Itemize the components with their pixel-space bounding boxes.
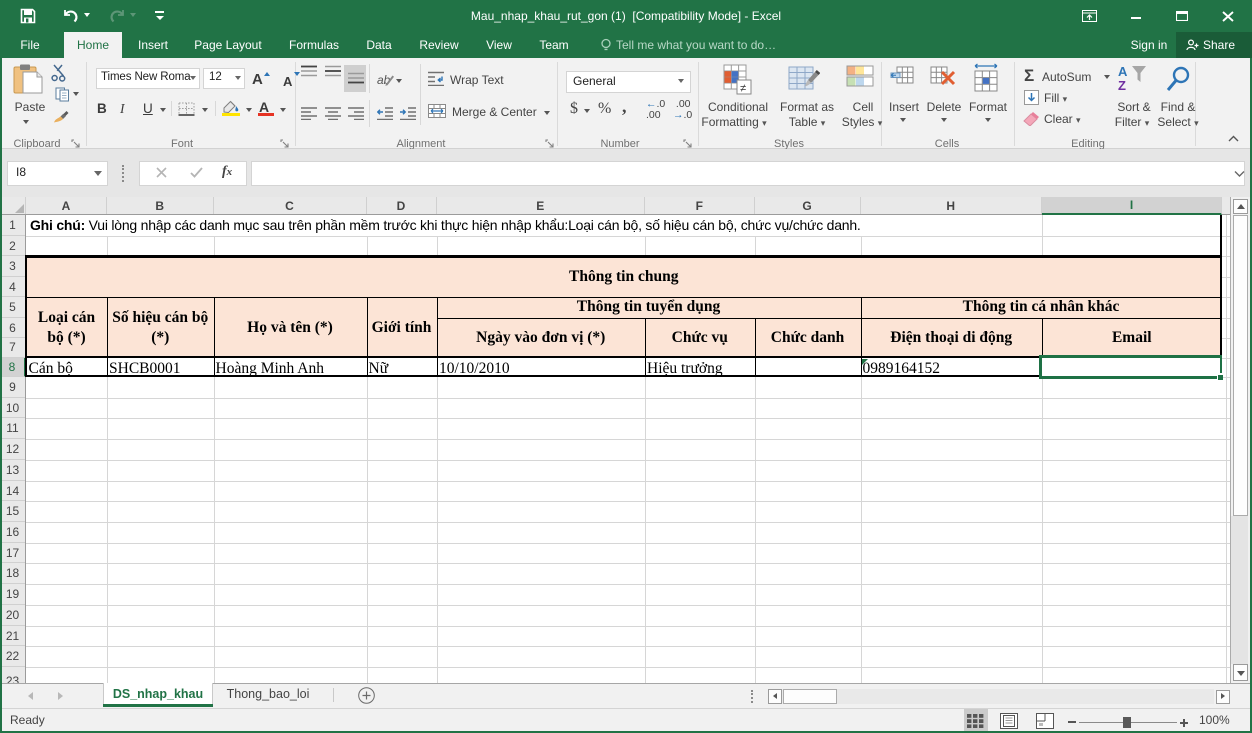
svg-text:A: A (1118, 64, 1128, 79)
svg-text:≠: ≠ (740, 83, 746, 95)
svg-text:ab: ab (377, 73, 391, 87)
svg-text:Z: Z (1118, 78, 1126, 93)
